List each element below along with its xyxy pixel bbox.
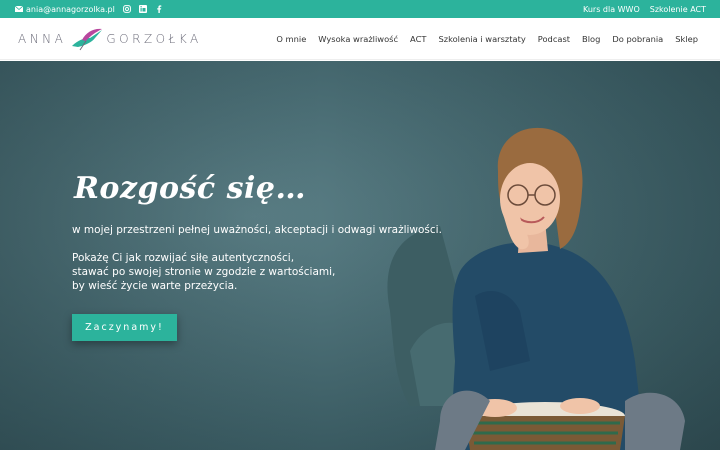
- email-link[interactable]: ania@annagorzolka.pl: [15, 5, 115, 14]
- nav-szkolenia[interactable]: Szkolenia i warsztaty: [438, 34, 525, 44]
- linkedin-icon[interactable]: [138, 5, 147, 13]
- hero-line: Pokażę Ci jak rozwijać siłę autentycznoś…: [72, 252, 295, 264]
- instagram-icon[interactable]: [122, 5, 131, 13]
- site-logo[interactable]: ANNA GORZOŁKA: [18, 26, 202, 52]
- logo-last-name: GORZOŁKA: [106, 31, 202, 46]
- nav-sklep[interactable]: Sklep: [675, 34, 698, 44]
- nav-blog[interactable]: Blog: [582, 34, 600, 44]
- top-links: Kurs dla WWO Szkolenie ACT: [583, 5, 706, 14]
- nav-act[interactable]: ACT: [410, 34, 426, 44]
- hero-subtitle: w mojej przestrzeni pełnej uważności, ak…: [72, 224, 442, 236]
- top-bar: ania@annagorzolka.pl Kurs dla WWO Szkole…: [0, 0, 720, 18]
- contact-links: ania@annagorzolka.pl: [15, 5, 163, 14]
- logo-first-name: ANNA: [18, 31, 67, 46]
- mail-icon: [15, 5, 23, 13]
- nav-o-mnie[interactable]: O mnie: [276, 34, 306, 44]
- link-szkolenie-act[interactable]: Szkolenie ACT: [650, 5, 706, 14]
- cta-start-button[interactable]: Zaczynamy!: [72, 314, 177, 341]
- nav-do-pobrania[interactable]: Do pobrania: [612, 34, 663, 44]
- site-header: ANNA GORZOŁKA O mnie Wysoka wrażliwość A…: [0, 18, 720, 60]
- facebook-icon[interactable]: [155, 5, 163, 13]
- email-text: ania@annagorzolka.pl: [26, 4, 115, 14]
- nav-wysoka-wrazliwosc[interactable]: Wysoka wrażliwość: [318, 34, 398, 44]
- hero-description: Pokażę Ci jak rozwijać siłę autentycznoś…: [72, 251, 372, 293]
- nav-podcast[interactable]: Podcast: [538, 34, 570, 44]
- hero-section: Rozgość się… w mojej przestrzeni pełnej …: [0, 61, 720, 450]
- link-kurs-wwo[interactable]: Kurs dla WWO: [583, 5, 640, 14]
- hero-line: by wieść życie warte przeżycia.: [72, 280, 238, 292]
- hummingbird-icon: [72, 28, 103, 50]
- hero-title: Rozgość się…: [74, 171, 306, 206]
- main-nav: O mnie Wysoka wrażliwość ACT Szkolenia i…: [276, 34, 698, 44]
- hero-line: stawać po swojej stronie w zgodzie z war…: [72, 266, 336, 278]
- hero-photo: [387, 127, 685, 450]
